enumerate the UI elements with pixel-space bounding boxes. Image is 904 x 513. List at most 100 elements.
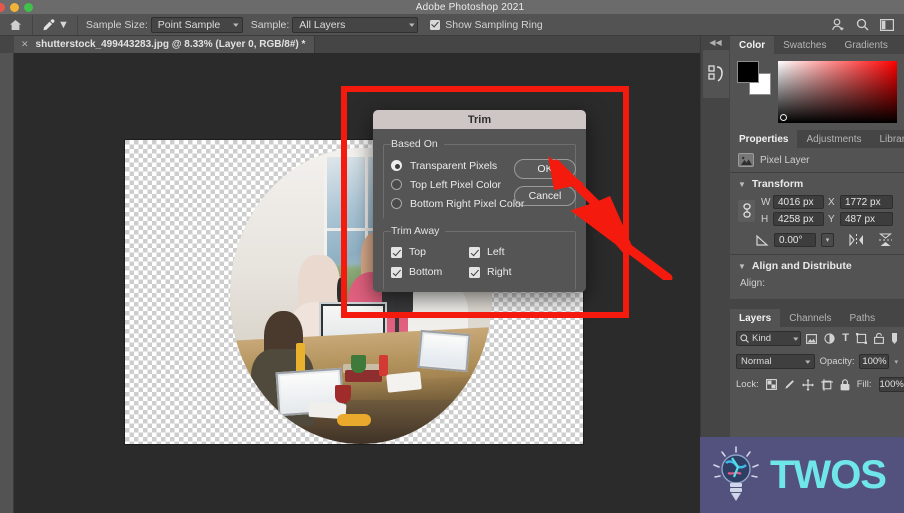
x-input[interactable]: 1772 px bbox=[840, 195, 893, 209]
trim-dialog[interactable]: Trim Based On Transparent Pixels Top Lef… bbox=[373, 110, 586, 292]
photo-red-can bbox=[379, 355, 389, 376]
pixel-layer-icon bbox=[738, 153, 754, 167]
home-icon[interactable] bbox=[2, 14, 28, 36]
trim-away-legend: Trim Away bbox=[391, 225, 446, 237]
color-picker-marker[interactable] bbox=[780, 114, 787, 121]
chevron-down-icon[interactable]: ▾ bbox=[821, 233, 834, 247]
align-distribute-label: Align and Distribute bbox=[751, 260, 852, 272]
close-window-button[interactable] bbox=[0, 3, 5, 12]
tab-color[interactable]: Color bbox=[730, 36, 775, 54]
search-icon[interactable] bbox=[856, 18, 869, 31]
options-bar: ▼ Sample Size: Point Sample ▾ Sample: Al… bbox=[0, 14, 904, 36]
color-panel-tabs: Color Swatches Gradients Patterns bbox=[730, 36, 904, 54]
chevron-down-icon: ▾ bbox=[233, 21, 239, 29]
flip-horizontal-icon[interactable] bbox=[849, 234, 864, 246]
tab-adjustments[interactable]: Adjustments bbox=[797, 130, 870, 148]
transform-section-header[interactable]: ▼ Transform bbox=[730, 173, 904, 193]
flip-vertical-icon[interactable] bbox=[879, 233, 892, 247]
tab-patterns[interactable]: Patterns bbox=[897, 36, 904, 54]
type-filter-icon[interactable]: T bbox=[842, 333, 849, 344]
shape-filter-icon[interactable] bbox=[856, 333, 867, 344]
close-icon[interactable]: ✕ bbox=[21, 39, 29, 50]
checkbox-icon[interactable] bbox=[391, 246, 402, 258]
height-label: H bbox=[761, 213, 769, 225]
y-input[interactable]: 487 px bbox=[840, 212, 893, 226]
lock-artboard-nesting-icon[interactable] bbox=[820, 378, 833, 391]
checkbox-icon[interactable] bbox=[469, 266, 480, 278]
lock-image-pixels-icon[interactable] bbox=[784, 379, 795, 390]
zoom-window-button[interactable] bbox=[24, 3, 33, 12]
photo-red-mug bbox=[334, 384, 351, 403]
link-wh-icon[interactable] bbox=[738, 199, 755, 222]
transform-row-w-x: W 4016 px X 1772 px bbox=[761, 195, 896, 209]
tab-channels[interactable]: Channels bbox=[780, 309, 840, 327]
transform-angle-row: 0.00° ▾ bbox=[730, 230, 904, 254]
tools-panel[interactable] bbox=[0, 53, 14, 513]
collapse-panels-icon[interactable]: ◀◀ bbox=[701, 36, 730, 49]
width-input[interactable]: 4016 px bbox=[773, 195, 824, 209]
radio-icon[interactable] bbox=[391, 198, 402, 209]
checkbox-icon[interactable] bbox=[469, 246, 480, 258]
blend-mode-select[interactable]: Normal ▾ bbox=[736, 354, 815, 369]
x-label: X bbox=[828, 196, 835, 208]
layer-type-row: Pixel Layer bbox=[730, 148, 904, 173]
tab-layers[interactable]: Layers bbox=[730, 309, 781, 327]
height-input[interactable]: 4258 px bbox=[773, 212, 824, 226]
minimize-window-button[interactable] bbox=[10, 3, 19, 12]
radio-icon[interactable] bbox=[391, 160, 402, 171]
workspace-layout-icon[interactable] bbox=[880, 18, 894, 31]
fill-input[interactable]: 100% bbox=[878, 377, 904, 392]
color-ramp[interactable] bbox=[778, 61, 897, 123]
title-bar: Adobe Photoshop 2021 bbox=[0, 0, 904, 14]
opacity-input[interactable]: 100% bbox=[859, 354, 890, 369]
photo-yellow-chair bbox=[337, 414, 372, 427]
show-sampling-ring-checkbox[interactable]: Show Sampling Ring bbox=[430, 19, 543, 31]
y-label: Y bbox=[828, 213, 835, 225]
checkbox-icon[interactable] bbox=[430, 19, 441, 30]
active-tool-selector[interactable]: ▼ bbox=[37, 18, 73, 32]
chevron-down-icon: ▾ bbox=[792, 335, 799, 343]
adjustment-filter-icon[interactable] bbox=[824, 333, 835, 344]
color-panel[interactable] bbox=[730, 54, 904, 130]
radio-top-left-pixel-color[interactable]: Top Left Pixel Color bbox=[391, 175, 576, 194]
sample-select[interactable]: All Layers ▾ bbox=[292, 16, 419, 33]
document-tab-label: shutterstock_499443283.jpg @ 8.33% (Laye… bbox=[35, 39, 306, 50]
lock-label: Lock: bbox=[736, 379, 759, 390]
chevron-down-icon[interactable]: ▾ bbox=[894, 358, 898, 366]
tab-gradients[interactable]: Gradients bbox=[835, 36, 896, 54]
lock-all-icon[interactable] bbox=[840, 378, 850, 391]
toggle-filter-icon[interactable] bbox=[891, 333, 898, 344]
width-label: W bbox=[761, 196, 771, 208]
photo-microphone bbox=[337, 278, 346, 305]
add-person-icon[interactable] bbox=[831, 18, 845, 31]
tab-swatches[interactable]: Swatches bbox=[774, 36, 835, 54]
eyedropper-icon[interactable] bbox=[41, 18, 55, 32]
radio-bottom-right-pixel-color[interactable]: Bottom Right Pixel Color bbox=[391, 194, 576, 213]
canvas-workspace[interactable] bbox=[14, 53, 700, 513]
chevron-down-icon[interactable]: ▼ bbox=[738, 180, 746, 189]
lock-transparent-pixels-icon[interactable] bbox=[765, 379, 777, 390]
window-controls[interactable] bbox=[0, 3, 33, 12]
tab-properties[interactable]: Properties bbox=[730, 130, 798, 148]
smart-object-filter-icon[interactable] bbox=[874, 333, 884, 344]
document-tab[interactable]: ✕ shutterstock_499443283.jpg @ 8.33% (La… bbox=[14, 36, 316, 53]
align-distribute-section-header[interactable]: ▼ Align and Distribute bbox=[730, 255, 904, 275]
chevron-down-icon[interactable]: ▼ bbox=[738, 262, 746, 271]
chevron-down-icon: ▾ bbox=[408, 21, 415, 29]
history-icon[interactable] bbox=[702, 50, 729, 98]
radio-icon[interactable] bbox=[391, 179, 402, 190]
radio-transparent-pixels[interactable]: Transparent Pixels bbox=[391, 156, 576, 175]
image-filter-icon[interactable] bbox=[806, 333, 818, 344]
layer-filter-kind-select[interactable]: Kind ▾ bbox=[736, 331, 802, 346]
lock-position-icon[interactable] bbox=[801, 378, 814, 391]
tab-paths[interactable]: Paths bbox=[841, 309, 885, 327]
checkbox-icon[interactable] bbox=[391, 266, 402, 278]
sample-size-select[interactable]: Point Sample ▾ bbox=[150, 16, 243, 33]
tab-libraries[interactable]: Libraries bbox=[871, 130, 904, 148]
chevron-down-icon[interactable]: ▼ bbox=[58, 19, 69, 31]
app-title: Adobe Photoshop 2021 bbox=[415, 1, 525, 13]
angle-input[interactable]: 0.00° bbox=[774, 233, 816, 247]
color-swatches[interactable] bbox=[737, 61, 771, 95]
blend-mode-value: Normal bbox=[741, 356, 772, 367]
foreground-color-swatch[interactable] bbox=[737, 61, 759, 83]
